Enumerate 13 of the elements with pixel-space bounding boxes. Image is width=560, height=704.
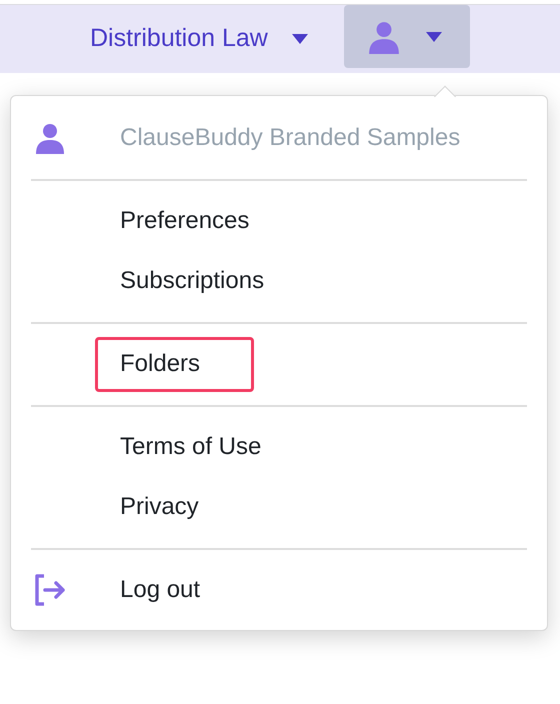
account-name: ClauseBuddy Branded Samples	[120, 123, 460, 153]
logout-icon	[33, 573, 67, 607]
user-icon	[33, 122, 67, 154]
caret-icon	[292, 34, 308, 44]
workspace-dropdown[interactable]: Distribution Law	[90, 20, 308, 58]
menu-item[interactable]: Terms of Use	[95, 420, 274, 474]
caret-icon	[426, 32, 442, 42]
menu-item[interactable]: Folders	[95, 336, 254, 392]
menu-item[interactable]: Subscriptions	[95, 254, 278, 308]
user-menu-button[interactable]	[344, 5, 470, 68]
menu-item[interactable]: Privacy	[95, 480, 254, 534]
menu-item[interactable]: Preferences	[95, 194, 262, 248]
logout-menu-item[interactable]: Log out	[11, 560, 547, 620]
